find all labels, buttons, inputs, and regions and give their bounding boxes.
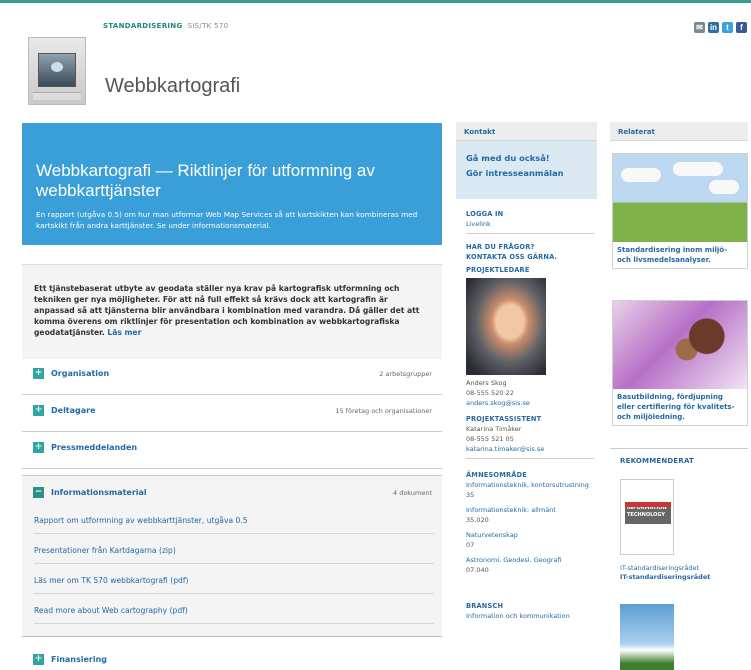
subject-area-title: ÄMNESOMRÅDE <box>466 471 527 479</box>
accordion-label[interactable]: Informationsmaterial <box>51 488 147 497</box>
contact-header: Kontakt <box>456 122 597 141</box>
register-interest-link[interactable]: Gör intresseanmälan <box>466 166 597 181</box>
project-leader-title: PROJEKTLEDARE <box>466 266 530 274</box>
contact-us-link[interactable]: KONTAKTA OSS GÄRNA. <box>466 253 557 261</box>
hero-title: Webbkartografi — Riktlinjer för utformni… <box>36 161 375 200</box>
accordion-count: 4 dokument <box>393 489 432 497</box>
document-link[interactable]: Rapport om utformning av webbkarttjänste… <box>34 516 434 534</box>
accordion-label[interactable]: Organisation <box>51 369 109 378</box>
questions-block: HAR DU FRÅGOR? KONTAKTA OSS GÄRNA. <box>466 242 557 262</box>
industry-item[interactable]: Information och kommunikation <box>466 611 576 621</box>
project-leader-phone: 08-555 520 22 <box>466 389 514 397</box>
related-card-caption[interactable]: Basutbildning, fördjupning eller certifi… <box>613 389 747 425</box>
recommended-caption: IT-standardiseringsrådet IT-standardiser… <box>620 564 710 582</box>
expand-icon: + <box>33 368 44 379</box>
accordion-count: 2 arbetsgrupper <box>379 370 432 378</box>
accordion-label[interactable]: Deltagare <box>51 406 96 415</box>
accordion-informationsmaterial: − Informationsmaterial 4 dokument Rappor… <box>22 475 442 637</box>
project-assistant-phone: 08-555 521 05 <box>466 435 514 443</box>
related-column: Relaterat <box>610 122 748 141</box>
project-assistant-title: PROJEKTASSISTENT <box>466 415 542 423</box>
subject-area-block: ÄMNESOMRÅDE Informationsteknik, kontorsu… <box>466 470 596 575</box>
email-icon[interactable]: ✉ <box>694 22 705 33</box>
project-assistant-email[interactable]: katarina.timaker@sis.se <box>466 445 544 453</box>
accordion-label[interactable]: Pressmeddelanden <box>51 443 137 452</box>
collapse-icon: − <box>33 487 44 498</box>
accordion-count: 15 företag och organisationer <box>335 407 432 415</box>
join-link[interactable]: Gå med du också! <box>466 151 597 166</box>
hero-text: En rapport (utgåva 0.5) om hur man utfor… <box>36 210 418 230</box>
subject-area-item[interactable]: Informationsteknik, kontorsutrustning <box>466 480 596 490</box>
intro-text: Ett tjänstebaserat utbyte av geodata stä… <box>34 284 420 337</box>
subject-area-code: 07 <box>466 541 475 549</box>
recommended-publisher: IT-standardiseringsrådet <box>620 564 700 572</box>
intro-box: Ett tjänstebaserat utbyte av geodata stä… <box>22 264 442 359</box>
recommended-book-cover[interactable]: INFORMATION TECHNOLOGY <box>620 479 674 555</box>
training-image <box>613 301 747 389</box>
top-accent-line <box>0 0 751 3</box>
divider <box>610 448 748 449</box>
subject-area-item[interactable]: Informationsteknik: allmänt <box>466 505 596 515</box>
accordion-deltagare[interactable]: + Deltagare 15 företag och organisatione… <box>22 394 442 432</box>
project-leader-title-block: PROJEKTLEDARE <box>466 265 530 275</box>
project-leader-photo <box>466 278 546 375</box>
subject-area-code: 35 <box>466 491 475 499</box>
accordion-label[interactable]: Finansiering <box>51 655 107 664</box>
breadcrumb-sub[interactable]: SIS/TK 570 <box>188 22 229 30</box>
page-title: Webbkartografi <box>105 75 241 97</box>
document-link[interactable]: Presentationer från Kartdagarna (zip) <box>34 546 434 564</box>
recommended-title: REKOMMENDERAT <box>620 457 695 465</box>
project-leader-info: Anders Skog 08-555 520 22 anders.skog@si… <box>466 378 530 408</box>
industry-block: BRANSCH Information och kommunikation <box>466 601 576 621</box>
accordion-finansiering[interactable]: + Finansiering <box>22 643 442 670</box>
expand-icon: + <box>33 405 44 416</box>
linkedin-icon[interactable]: in <box>708 22 719 33</box>
breadcrumb-section[interactable]: STANDARDISERING <box>103 22 183 30</box>
industry-title: BRANSCH <box>466 602 504 610</box>
expand-icon: + <box>33 442 44 453</box>
login-block: LOGGA IN Livelink <box>466 209 594 234</box>
related-card-training[interactable]: Basutbildning, fördjupning eller certifi… <box>612 300 748 426</box>
book-cover-stripe <box>625 502 671 507</box>
landscape-image <box>613 154 747 242</box>
contact-column: Kontakt Gå med du också! Gör intresseanm… <box>456 122 597 199</box>
committee-logo <box>28 37 86 105</box>
project-leader-name: Anders Skog <box>466 379 507 387</box>
related-header: Relaterat <box>610 122 748 141</box>
subject-area-item[interactable]: Naturvetenskap <box>466 530 596 540</box>
accordion-pressmeddelanden[interactable]: + Pressmeddelanden <box>22 431 442 469</box>
login-title[interactable]: LOGGA IN <box>466 210 503 218</box>
expand-icon: + <box>33 654 44 665</box>
breadcrumb: STANDARDISERING SIS/TK 570 <box>103 22 228 30</box>
document-link[interactable]: Läs mer om TK 570 webbkartografi (pdf) <box>34 576 434 594</box>
accordion-header[interactable]: − Informationsmaterial 4 dokument <box>22 476 442 514</box>
project-assistant-name: Katarina Timåker <box>466 425 522 433</box>
document-link[interactable]: Read more about Web cartography (pdf) <box>34 606 434 624</box>
accordion-organisation[interactable]: + Organisation 2 arbetsgrupper <box>22 357 442 395</box>
questions-title: HAR DU FRÅGOR? <box>466 243 535 251</box>
join-box[interactable]: Gå med du också! Gör intresseanmälan <box>456 141 597 199</box>
related-card-environment[interactable]: Standardisering inom miljö- och livsmede… <box>612 153 748 269</box>
livelink-link[interactable]: Livelink <box>466 220 491 228</box>
twitter-icon[interactable]: t <box>722 22 733 33</box>
subject-area-item[interactable]: Astronomi. Geodesi. Geografi <box>466 555 596 565</box>
project-leader-email[interactable]: anders.skog@sis.se <box>466 399 530 407</box>
facebook-icon[interactable]: f <box>736 22 747 33</box>
subject-area-code: 35.020 <box>466 516 489 524</box>
hero-banner[interactable]: Webbkartografi — Riktlinjer för utformni… <box>22 123 442 245</box>
read-more-link[interactable]: Läs mer <box>107 328 141 337</box>
related-card-caption[interactable]: Standardisering inom miljö- och livsmede… <box>613 242 747 268</box>
subject-area-code: 07.040 <box>466 566 489 574</box>
recommended-image-sky[interactable] <box>620 604 674 670</box>
recommended-link[interactable]: IT-standardiseringsrådet <box>620 573 710 581</box>
share-bar: ✉ in t f <box>694 22 747 33</box>
project-assistant-info: PROJEKTASSISTENT Katarina Timåker 08-555… <box>466 414 594 459</box>
